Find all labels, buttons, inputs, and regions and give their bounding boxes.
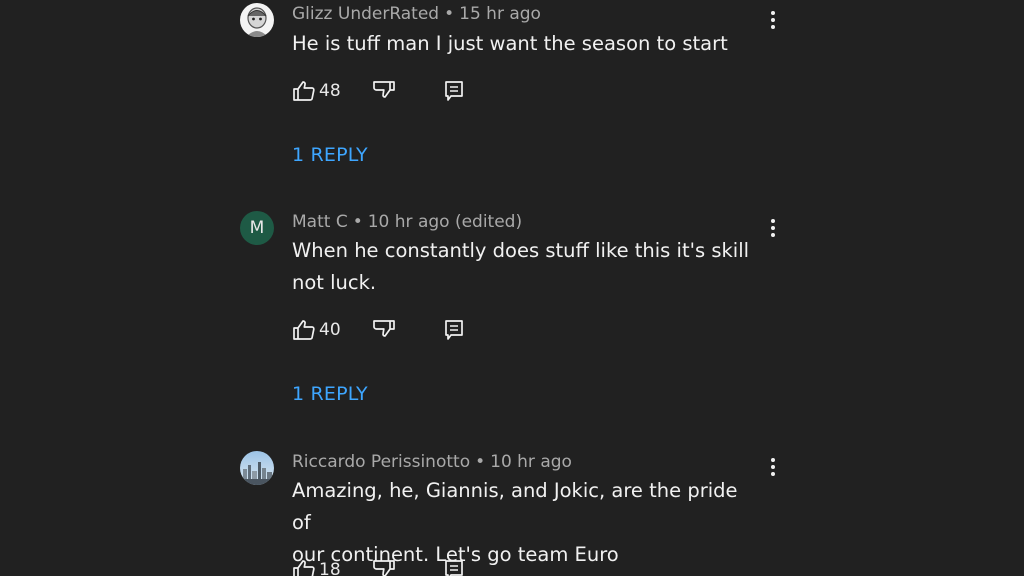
thumbs-up-icon bbox=[293, 560, 315, 576]
thumbs-down-icon bbox=[373, 81, 395, 98]
comment-text: He is tuff man I just want the season to… bbox=[292, 28, 762, 60]
author-name[interactable]: Glizz UnderRated bbox=[292, 4, 439, 24]
comments-section: Glizz UnderRated • 15 hr ago He is tuff ma… bbox=[0, 0, 1024, 576]
cartoon-avatar-icon bbox=[240, 3, 274, 37]
thumbs-down-icon bbox=[373, 320, 395, 337]
reply-comment-icon bbox=[445, 320, 463, 340]
reply-comment-icon bbox=[445, 560, 463, 576]
comment-meta: Glizz UnderRated • 15 hr ago bbox=[292, 3, 541, 25]
comment-text-line: Amazing, he, Giannis, and Jokic, are the… bbox=[292, 479, 738, 534]
more-vertical-icon[interactable] bbox=[764, 9, 782, 31]
avatar-letter: M bbox=[249, 218, 265, 238]
thumbs-down-icon bbox=[373, 560, 395, 576]
like-button[interactable]: 48 bbox=[292, 79, 352, 103]
author-name[interactable]: Riccardo Perissinotto bbox=[292, 452, 470, 472]
meta-separator: • bbox=[475, 452, 486, 472]
avatar[interactable]: M bbox=[240, 211, 274, 245]
comment-text-line: When he constantly does stuff like this … bbox=[292, 239, 750, 262]
author-name[interactable]: Matt C bbox=[292, 212, 348, 232]
comment-text-line: He is tuff man I just want the season to… bbox=[292, 32, 728, 55]
view-replies-link[interactable]: 1 REPLY bbox=[292, 143, 368, 167]
meta-separator: • bbox=[352, 212, 363, 232]
reply-button[interactable] bbox=[442, 558, 466, 576]
thumbs-up-icon bbox=[293, 81, 315, 101]
dislike-button[interactable] bbox=[372, 558, 396, 576]
reply-button[interactable] bbox=[442, 79, 466, 103]
comment-text: Amazing, he, Giannis, and Jokic, are the… bbox=[292, 475, 762, 571]
comment-text-line: not luck. bbox=[292, 271, 377, 294]
thumbs-up-icon bbox=[293, 320, 315, 340]
dislike-button[interactable] bbox=[372, 79, 396, 103]
view-replies-link[interactable]: 1 REPLY bbox=[292, 382, 368, 406]
comment-meta: Riccardo Perissinotto • 10 hr ago bbox=[292, 451, 572, 473]
comment-time: 10 hr ago (edited) bbox=[367, 212, 523, 232]
comment-time: 10 hr ago bbox=[490, 452, 572, 472]
like-button[interactable]: 18 bbox=[292, 558, 352, 576]
city-photo-avatar-icon bbox=[240, 451, 274, 485]
comment-text-line: our continent. Let's go team Euro bbox=[292, 543, 619, 566]
like-count: 18 bbox=[319, 560, 341, 576]
more-vertical-icon[interactable] bbox=[764, 217, 782, 239]
avatar[interactable] bbox=[240, 451, 274, 485]
comment-text: When he constantly does stuff like this … bbox=[292, 235, 762, 299]
like-button[interactable]: 40 bbox=[292, 318, 352, 342]
reply-comment-icon bbox=[445, 81, 463, 101]
dislike-button[interactable] bbox=[372, 318, 396, 342]
more-vertical-icon[interactable] bbox=[764, 456, 782, 478]
comment-meta: Matt C • 10 hr ago (edited) bbox=[292, 211, 522, 233]
reply-button[interactable] bbox=[442, 318, 466, 342]
comment-time: 15 hr ago bbox=[459, 4, 541, 24]
like-count: 48 bbox=[319, 81, 341, 101]
meta-separator: • bbox=[444, 4, 455, 24]
like-count: 40 bbox=[319, 320, 341, 340]
avatar[interactable] bbox=[240, 3, 274, 37]
